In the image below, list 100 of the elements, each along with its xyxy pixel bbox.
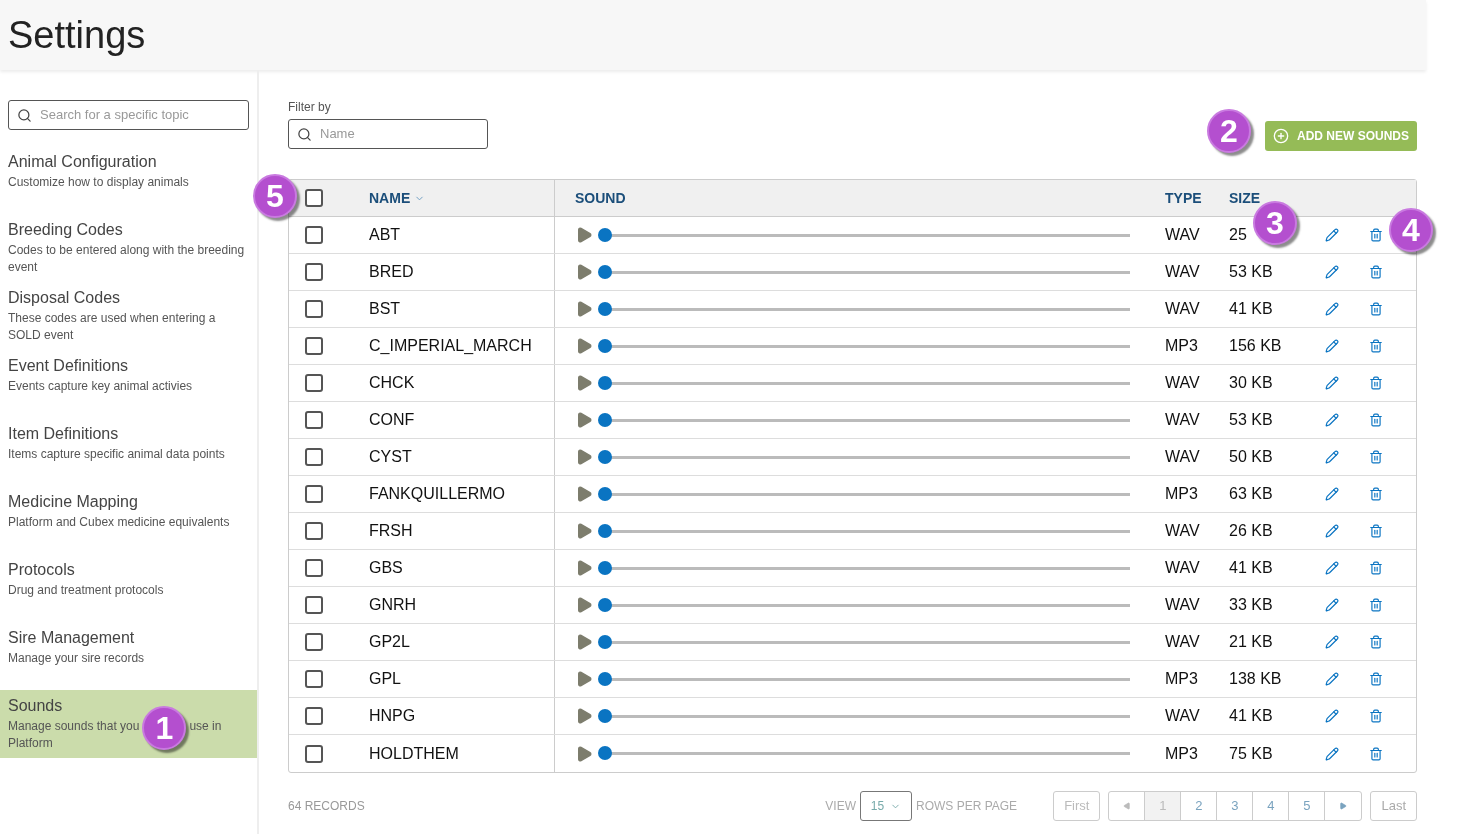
- column-header[interactable]: NAME: [369, 187, 411, 209]
- edit-icon[interactable]: [1325, 561, 1339, 575]
- checkbox[interactable]: [305, 411, 323, 429]
- delete-icon[interactable]: [1369, 598, 1383, 612]
- sidebar-item[interactable]: Disposal Codes These codes are used when entering a SOLD event: [0, 282, 257, 350]
- item-title: Sire Management: [8, 628, 136, 648]
- checkbox[interactable]: [305, 300, 323, 318]
- sidebar-item[interactable]: Item Definitions Items capture specific animal data points: [0, 418, 257, 486]
- delete-icon[interactable]: [1369, 228, 1383, 242]
- delete-icon[interactable]: [1369, 413, 1383, 427]
- edit-icon[interactable]: [1325, 413, 1339, 427]
- search-field[interactable]: Search for a specific topic: [8, 100, 249, 130]
- edit-icon[interactable]: [1325, 598, 1339, 612]
- delete-icon[interactable]: [1369, 672, 1383, 686]
- play-icon[interactable]: [575, 670, 593, 688]
- edit-icon[interactable]: [1325, 709, 1339, 723]
- checkbox[interactable]: [305, 189, 323, 207]
- checkbox[interactable]: [305, 559, 323, 577]
- slider-thumb[interactable]: [598, 708, 612, 723]
- view-label: VIEW: [825, 798, 856, 815]
- play-icon[interactable]: [575, 374, 593, 392]
- checkbox[interactable]: [305, 337, 323, 355]
- file-size: 138 KB: [1229, 670, 1282, 687]
- delete-icon[interactable]: [1369, 265, 1383, 279]
- filter-input[interactable]: Name: [320, 124, 470, 144]
- checkbox[interactable]: [305, 670, 323, 688]
- slider-thumb[interactable]: [598, 634, 612, 649]
- column-header[interactable]: SOUND: [575, 189, 626, 206]
- slider-thumb[interactable]: [598, 227, 612, 242]
- slider-thumb[interactable]: [598, 375, 612, 390]
- checkbox[interactable]: [305, 448, 323, 466]
- slider-thumb[interactable]: [598, 523, 612, 538]
- right-arrow-icon: [1339, 802, 1348, 810]
- edit-icon[interactable]: [1325, 450, 1339, 464]
- play-icon[interactable]: [575, 744, 593, 763]
- search-input[interactable]: Search for a specific topic: [40, 105, 220, 125]
- file-size: 63 KB: [1229, 485, 1273, 502]
- sound-name: BST: [369, 299, 401, 319]
- slider-thumb[interactable]: [598, 560, 612, 575]
- checkbox[interactable]: [305, 633, 323, 651]
- play-icon[interactable]: [575, 300, 593, 318]
- edit-icon[interactable]: [1325, 672, 1339, 686]
- sidebar-item[interactable]: Sire Management Manage your sire records: [0, 622, 257, 690]
- checkbox[interactable]: [305, 485, 323, 503]
- filter-field[interactable]: Name: [288, 119, 488, 149]
- edit-icon[interactable]: [1325, 487, 1339, 501]
- item-description: Items capture specific animal data points: [8, 446, 226, 463]
- play-icon[interactable]: [575, 337, 593, 355]
- play-icon[interactable]: [575, 559, 593, 577]
- slider-thumb[interactable]: [598, 746, 612, 760]
- file-type: WAV: [1165, 300, 1200, 317]
- play-icon[interactable]: [575, 633, 593, 651]
- slider-thumb[interactable]: [598, 671, 612, 686]
- slider-thumb[interactable]: [598, 449, 612, 464]
- column-header[interactable]: TYPE: [1165, 189, 1202, 206]
- delete-icon[interactable]: [1369, 302, 1383, 316]
- delete-icon[interactable]: [1369, 487, 1383, 501]
- sidebar-item[interactable]: Event Definitions Events capture key animal activies: [0, 350, 257, 418]
- play-icon[interactable]: [575, 707, 593, 725]
- delete-icon[interactable]: [1369, 635, 1383, 649]
- delete-icon[interactable]: [1369, 561, 1383, 575]
- edit-icon[interactable]: [1325, 746, 1339, 761]
- checkbox[interactable]: [305, 522, 323, 540]
- checkbox[interactable]: [305, 707, 323, 725]
- play-icon[interactable]: [575, 263, 593, 281]
- play-icon[interactable]: [575, 596, 593, 614]
- delete-icon[interactable]: [1369, 746, 1383, 761]
- checkbox[interactable]: [305, 744, 323, 763]
- checkbox[interactable]: [305, 263, 323, 281]
- slider-thumb[interactable]: [598, 264, 612, 279]
- checkbox[interactable]: [305, 226, 323, 244]
- file-type: WAV: [1165, 374, 1200, 391]
- delete-icon[interactable]: [1369, 450, 1383, 464]
- play-icon[interactable]: [575, 448, 593, 466]
- delete-icon[interactable]: [1369, 339, 1383, 353]
- play-icon[interactable]: [575, 522, 593, 540]
- edit-icon[interactable]: [1325, 265, 1339, 279]
- delete-icon[interactable]: [1369, 524, 1383, 538]
- play-icon[interactable]: [575, 226, 593, 244]
- sidebar-item[interactable]: Sounds Manage sounds that you 1 use in Platform: [0, 690, 257, 758]
- edit-icon[interactable]: [1325, 228, 1339, 242]
- file-type: WAV: [1165, 559, 1200, 576]
- edit-icon[interactable]: [1325, 376, 1339, 390]
- play-icon[interactable]: [575, 485, 593, 503]
- edit-icon[interactable]: [1325, 635, 1339, 649]
- edit-icon[interactable]: [1325, 524, 1339, 538]
- delete-icon[interactable]: [1369, 376, 1383, 390]
- edit-icon[interactable]: [1325, 302, 1339, 316]
- slider-thumb[interactable]: [598, 597, 612, 612]
- sidebar-item[interactable]: Medicine Mapping Platform and Cubex medicine equivalents: [0, 486, 257, 554]
- slider-thumb[interactable]: [598, 301, 612, 316]
- edit-icon[interactable]: [1325, 339, 1339, 353]
- slider-thumb[interactable]: [598, 412, 612, 427]
- slider-thumb[interactable]: [598, 338, 612, 353]
- checkbox[interactable]: [305, 596, 323, 614]
- slider-thumb[interactable]: [598, 486, 612, 501]
- play-icon[interactable]: [575, 411, 593, 429]
- sidebar-item[interactable]: Protocols Drug and treatment protocols: [0, 554, 257, 622]
- delete-icon[interactable]: [1369, 709, 1383, 723]
- checkbox[interactable]: [305, 374, 323, 392]
